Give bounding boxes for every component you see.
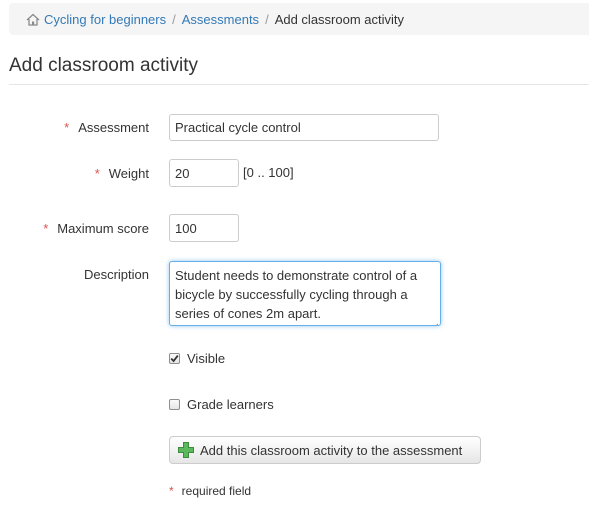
grade-learners-label: Grade learners (187, 397, 274, 412)
required-note-text: required field (181, 484, 252, 498)
required-marker: * (64, 120, 70, 135)
weight-label: * Weight (95, 166, 149, 181)
visible-checkbox[interactable] (169, 353, 180, 364)
assessment-input[interactable] (169, 114, 439, 141)
required-field-note: * required field (169, 484, 251, 498)
add-activity-button-label: Add this classroom activity to the asses… (200, 442, 463, 458)
plus-icon (178, 442, 194, 458)
weight-input[interactable] (169, 159, 239, 187)
breadcrumb-separator: / (172, 11, 176, 27)
max-score-label: * Maximum score (43, 221, 149, 236)
title-divider (9, 84, 589, 85)
breadcrumb: Cycling for beginners / Assessments / Ad… (9, 3, 589, 35)
required-marker: * (94, 166, 100, 181)
checkmark-icon (170, 355, 179, 363)
visible-label: Visible (187, 351, 226, 366)
home-icon[interactable] (26, 13, 40, 26)
breadcrumb-link-assessments[interactable]: Assessments (182, 12, 259, 27)
breadcrumb-current: Add classroom activity (274, 11, 405, 27)
assessment-label: * Assessment (64, 120, 149, 135)
breadcrumb-separator: / (265, 11, 269, 27)
visible-checkbox-row[interactable]: Visible (169, 351, 225, 366)
description-textarea[interactable]: Student needs to demonstrate control of … (169, 261, 441, 326)
assessment-label-text: Assessment (78, 120, 149, 135)
max-score-input[interactable] (169, 214, 239, 242)
required-marker: * (43, 221, 49, 236)
page-title: Add classroom activity (9, 55, 199, 76)
grade-learners-checkbox-row[interactable]: Grade learners (169, 397, 274, 412)
grade-learners-checkbox[interactable] (169, 399, 180, 410)
weight-range-hint: [0 .. 100] (243, 165, 294, 180)
required-marker: * (169, 484, 174, 498)
breadcrumb-link-course[interactable]: Cycling for beginners (44, 12, 166, 27)
weight-label-text: Weight (108, 166, 149, 181)
resize-grip-icon[interactable] (431, 316, 439, 325)
add-activity-button[interactable]: Add this classroom activity to the asses… (169, 436, 481, 464)
max-score-label-text: Maximum score (57, 221, 149, 236)
description-label: Description (83, 267, 149, 282)
description-text: Student needs to demonstrate control of … (175, 268, 418, 321)
